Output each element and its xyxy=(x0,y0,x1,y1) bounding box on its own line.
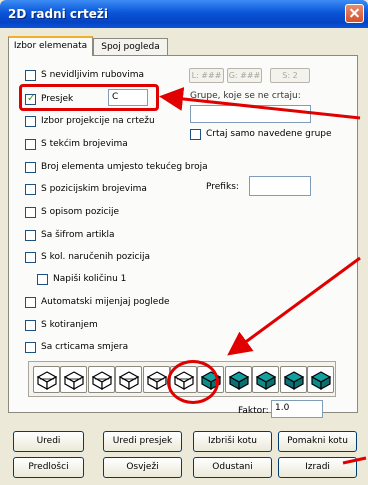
annotation-arrows xyxy=(159,86,367,465)
tab-izbor-elemenata[interactable]: Izbor elemenata xyxy=(8,36,93,56)
dialog-window: 2D radni crteži Izbor elemenata Spoj pog… xyxy=(0,0,368,485)
